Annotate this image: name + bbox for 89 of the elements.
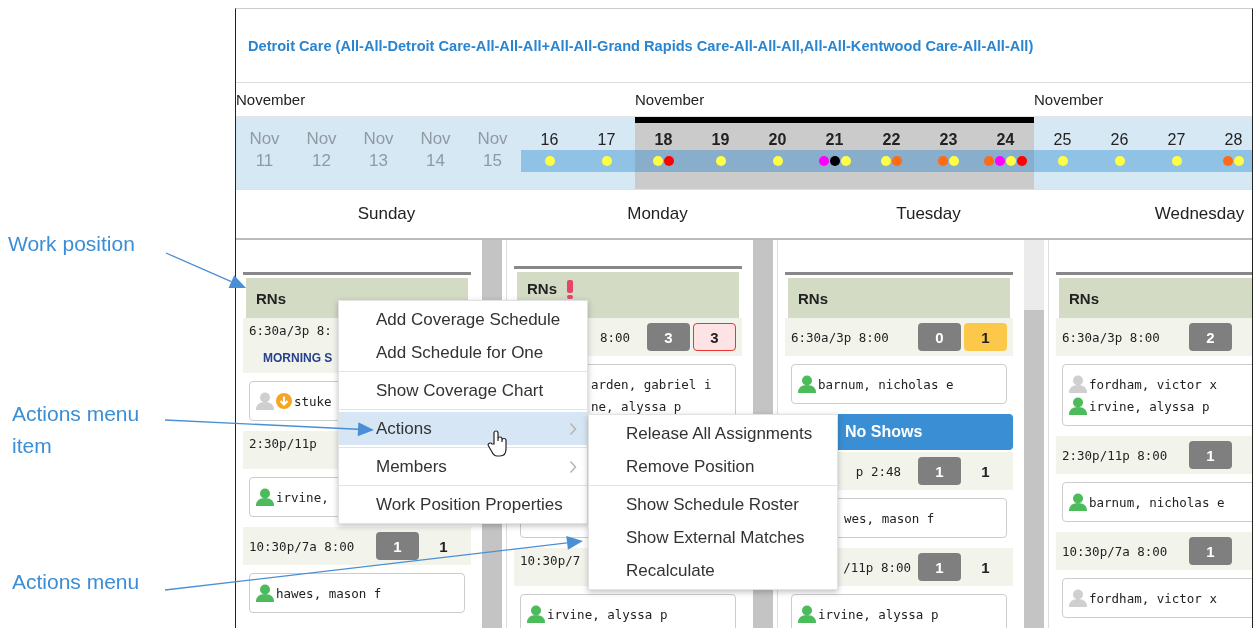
day-name: Tuesday bbox=[896, 204, 961, 224]
date-label[interactable]: 16 bbox=[540, 131, 559, 149]
shift-time: 10:30p/7a 8:00 bbox=[249, 538, 355, 554]
menu-item[interactable]: Members bbox=[339, 450, 587, 483]
person-name: wes, mason f bbox=[844, 510, 935, 526]
position-title: RNs bbox=[1069, 289, 1099, 307]
menu-item[interactable]: Actions bbox=[339, 412, 587, 445]
count-badge: 1 bbox=[918, 457, 961, 485]
position-title: RNs bbox=[798, 289, 828, 307]
assignment-card[interactable]: fordham, victor x irvine, alyssa p bbox=[1062, 364, 1252, 426]
position-title: RNs bbox=[527, 280, 557, 297]
date-label[interactable]: 24 bbox=[996, 131, 1015, 149]
work-position-header[interactable]: RNs bbox=[1059, 278, 1252, 318]
count-badge: 1 bbox=[964, 323, 1007, 351]
count-badge: 1 bbox=[1189, 537, 1232, 565]
person-name: fordham, victor x bbox=[1089, 376, 1217, 392]
assignment-card[interactable]: irvine, alyssa p bbox=[791, 594, 1007, 628]
day-name: Wednesday bbox=[1154, 204, 1245, 224]
shift-row[interactable]: 10:30p/7a 8:00 1 bbox=[1056, 532, 1252, 570]
count-badge: 0 bbox=[918, 323, 961, 351]
assignment-card[interactable]: irvine, alyssa p bbox=[520, 594, 736, 628]
day-name: Sunday bbox=[357, 204, 416, 224]
shift-time: 6:30a/3p 8:00 bbox=[791, 329, 889, 345]
shift-row[interactable]: 6:30a/3p 8:00 0 1 bbox=[785, 318, 1013, 356]
assignment-card[interactable]: barnum, nicholas e bbox=[1062, 482, 1252, 522]
count-badge: 2 bbox=[1189, 323, 1232, 351]
callout-label: Actions menu item bbox=[12, 401, 141, 459]
count-label: 1 bbox=[980, 557, 991, 578]
month-label: November bbox=[236, 90, 306, 108]
position-title: RNs bbox=[256, 289, 286, 307]
count-label: 1 bbox=[980, 461, 991, 482]
count-badge: 1 bbox=[918, 553, 961, 581]
week-band[interactable]: Nov 11 Nov 12 Nov 13 Nov 14 Nov 15 16 17 bbox=[236, 117, 635, 189]
date-label[interactable]: 23 bbox=[939, 131, 958, 149]
count-badge: 3 bbox=[647, 323, 690, 351]
month-label: November bbox=[1034, 90, 1104, 108]
date-label[interactable]: 27 bbox=[1167, 131, 1186, 149]
menu-item[interactable]: Show Coverage Chart bbox=[339, 374, 587, 407]
date-label[interactable]: 19 bbox=[711, 131, 730, 149]
person-name: ne, alyssa p bbox=[591, 398, 682, 414]
scrollbar[interactable] bbox=[1024, 240, 1044, 628]
person-name: irvine, bbox=[276, 489, 329, 505]
week-band[interactable]: 18 19 20 21 22 23 24 bbox=[635, 117, 1034, 189]
shift-time: 2:30p/11p 8:00 bbox=[1062, 447, 1168, 463]
shift-time: 6:30a/3p 8: bbox=[249, 323, 332, 338]
shift-row[interactable]: 10:30p/7a 8:00 1 1 bbox=[243, 527, 471, 565]
date-label[interactable]: 17 bbox=[597, 131, 616, 149]
date-label[interactable]: 21 bbox=[825, 131, 844, 149]
date-label[interactable]: 22 bbox=[882, 131, 901, 149]
date-label[interactable]: 26 bbox=[1110, 131, 1129, 149]
person-name: stuke bbox=[294, 393, 332, 409]
count-badge: 3 bbox=[693, 323, 736, 351]
count-badge: 1 bbox=[1189, 441, 1232, 469]
month-label: November bbox=[635, 90, 705, 108]
date-label[interactable]: 18 bbox=[654, 131, 673, 149]
shift-row[interactable]: 6:30a/3p 8:00 2 bbox=[1056, 318, 1252, 356]
shift-time: 10:30p/7 bbox=[520, 553, 581, 568]
person-name: irvine, alyssa p bbox=[818, 606, 939, 622]
date-label[interactable]: 28 bbox=[1224, 131, 1243, 149]
shift-time: 8:00 bbox=[599, 329, 630, 345]
callout-label: Work position bbox=[8, 231, 135, 257]
shift-label: MORNING S bbox=[263, 351, 333, 365]
work-position-header[interactable]: RNs bbox=[788, 278, 1010, 318]
person-name: barnum, nicholas e bbox=[818, 376, 954, 392]
shift-time: /11p 8:00 bbox=[843, 559, 911, 575]
day-name: Monday bbox=[627, 204, 688, 224]
person-name: arden, gabriel i bbox=[591, 376, 712, 392]
person-name: hawes, mason f bbox=[276, 585, 382, 601]
person-name: barnum, nicholas e bbox=[1089, 494, 1225, 510]
person-name: fordham, victor x bbox=[1089, 590, 1217, 606]
person-name: irvine, alyssa p bbox=[547, 606, 668, 622]
week-band[interactable]: 25 26 27 28 bbox=[1034, 117, 1252, 189]
count-badge: 1 bbox=[376, 532, 419, 560]
menu-item[interactable]: Work Position Properties bbox=[339, 488, 587, 521]
callout-label: Actions menu bbox=[12, 569, 140, 595]
assignment-card[interactable]: fordham, victor x bbox=[1062, 578, 1252, 618]
shift-time: p 2:48 bbox=[855, 463, 901, 479]
person-name: irvine, alyssa p bbox=[1089, 398, 1210, 414]
date-label[interactable]: 20 bbox=[768, 131, 787, 149]
assignment-card[interactable]: hawes, mason f bbox=[249, 573, 465, 613]
shift-time: 2:30p/11p bbox=[249, 436, 317, 451]
shift-time: 10:30p/7a 8:00 bbox=[1062, 543, 1168, 559]
date-label[interactable]: 25 bbox=[1053, 131, 1072, 149]
shift-time: 6:30a/3p 8:00 bbox=[1062, 329, 1160, 345]
shift-row[interactable]: 2:30p/11p 8:00 1 bbox=[1056, 436, 1252, 474]
assignment-card[interactable]: barnum, nicholas e bbox=[791, 364, 1007, 404]
count-label: 1 bbox=[438, 536, 449, 557]
page-title[interactable]: Detroit Care (All-All-Detroit Care-All-All-All+All-All-Grand Rapids Care-All-All-All,All-All-Kentwood Care-All-All-All) bbox=[248, 37, 1034, 54]
hand-cursor-icon bbox=[487, 430, 509, 458]
